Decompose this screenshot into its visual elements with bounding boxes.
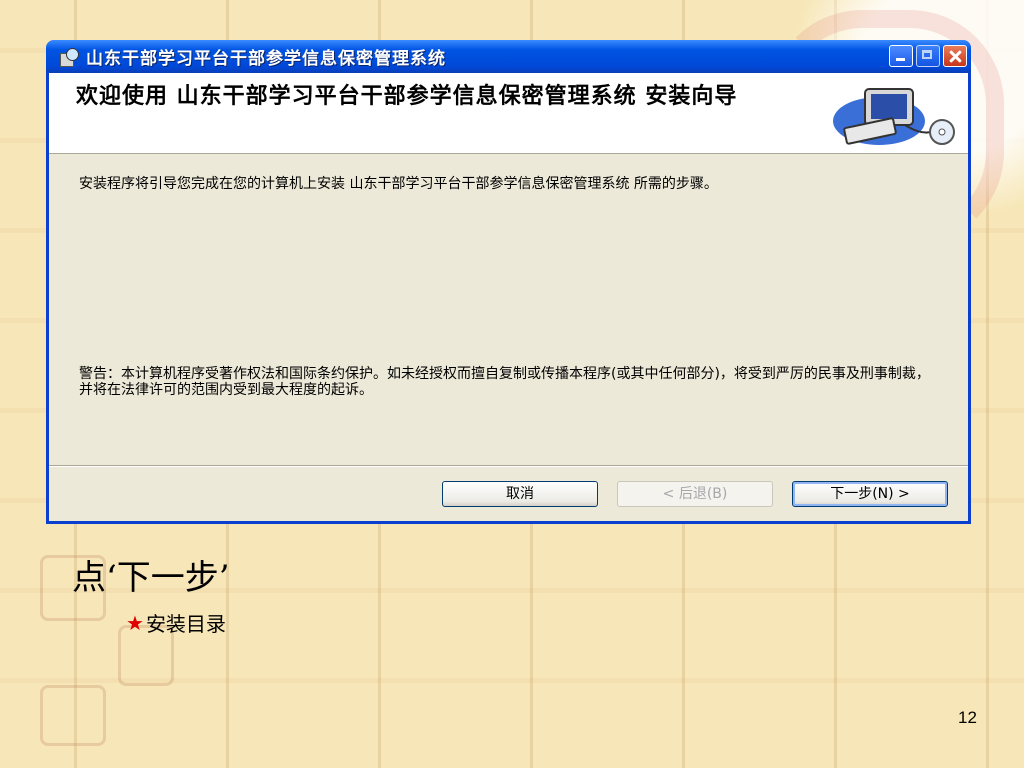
wizard-header: 欢迎使用 山东干部学习平台干部参学信息保密管理系统 安装向导	[49, 73, 968, 154]
cancel-button[interactable]: 取消	[442, 481, 598, 507]
page-number: 12	[958, 708, 977, 727]
background-seal	[40, 685, 106, 746]
computer-setup-icon	[833, 88, 955, 145]
copyright-warning: 警告：本计算机程序受著作权法和国际条约保护。如未经授权而擅自复制或传播本程序(或…	[79, 366, 930, 398]
window-title: 山东干部学习平台干部参学信息保密管理系统	[86, 49, 446, 69]
minimize-button[interactable]	[889, 45, 913, 67]
installer-dialog: 山东干部学习平台干部参学信息保密管理系统 欢迎使用 山东干部学习平台干部参学信息…	[46, 40, 971, 524]
wizard-heading: 欢迎使用 山东干部学习平台干部参学信息保密管理系统 安装向导	[76, 84, 738, 109]
footer-divider	[49, 465, 968, 467]
close-button[interactable]	[943, 45, 967, 67]
star-bullet-icon: ★	[126, 610, 144, 635]
back-button[interactable]: < 后退(B)	[617, 481, 773, 507]
maximize-button[interactable]	[916, 45, 940, 67]
title-bar[interactable]: 山东干部学习平台干部参学信息保密管理系统	[46, 40, 971, 73]
next-button[interactable]: 下一步(N) >	[792, 481, 948, 507]
bullet-item: ★ 安装目录	[126, 608, 226, 637]
bullet-text: 安装目录	[145, 612, 226, 636]
intro-text: 安装程序将引导您完成在您的计算机上安装 山东干部学习平台干部参学信息保密管理系统…	[79, 176, 718, 192]
slide-caption: 点‘下一步’	[72, 558, 230, 598]
installer-app-icon	[58, 47, 79, 67]
